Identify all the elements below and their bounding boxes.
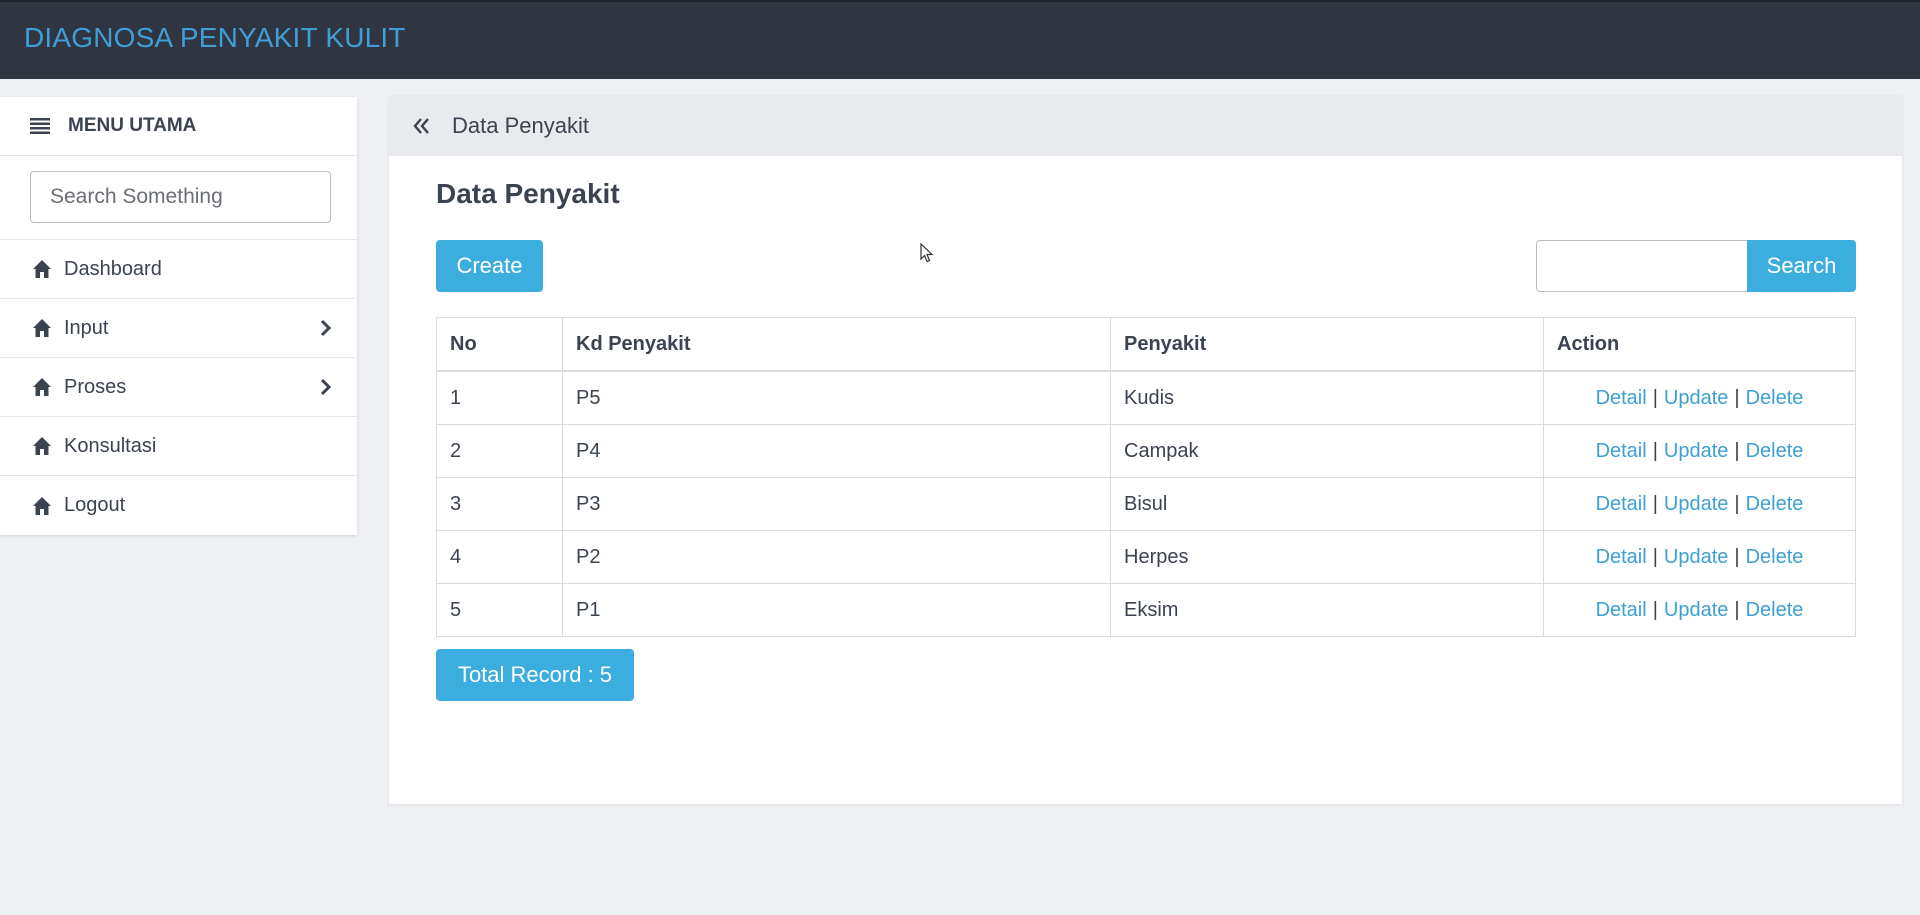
sidebar-heading: MENU UTAMA: [68, 115, 197, 136]
sidebar-item-label: Konsultasi: [64, 434, 157, 457]
cell-kd-penyakit: P4: [562, 424, 1111, 478]
separator: |: [1652, 545, 1658, 568]
data-table: No Kd Penyakit Penyakit Action 1 P5 Kudis D…: [436, 317, 1856, 637]
separator: |: [1652, 439, 1658, 462]
sidebar-item-label: Input: [64, 316, 109, 339]
detail-link[interactable]: Detail: [1596, 599, 1647, 621]
column-header-kd-penyakit: Kd Penyakit: [562, 317, 1111, 372]
separator: |: [1734, 545, 1740, 568]
top-navbar: DIAGNOSA PENYAKIT KULIT: [0, 0, 1920, 79]
sidebar-item-label: Logout: [64, 494, 126, 516]
separator: |: [1734, 492, 1740, 515]
cell-no: 5: [436, 583, 563, 637]
home-icon: [33, 437, 51, 455]
sidebar-header: MENU UTAMA: [0, 97, 357, 156]
update-link[interactable]: Update: [1664, 387, 1729, 409]
cell-penyakit: Herpes: [1110, 530, 1544, 584]
separator: |: [1652, 492, 1658, 515]
table-row: 3 P3 Bisul Detail | Update | Delete: [436, 477, 1856, 531]
delete-link[interactable]: Delete: [1746, 599, 1804, 621]
chevron-right-icon[interactable]: [319, 378, 333, 396]
search-button[interactable]: Search: [1747, 240, 1856, 292]
cell-kd-penyakit: P5: [562, 370, 1111, 425]
cell-kd-penyakit: P2: [562, 530, 1111, 584]
delete-link[interactable]: Delete: [1746, 493, 1804, 515]
sidebar-item-konsultasi[interactable]: Konsultasi: [0, 417, 357, 476]
sidebar-search-input[interactable]: [30, 171, 331, 223]
update-link[interactable]: Update: [1664, 546, 1729, 568]
table-header-row: No Kd Penyakit Penyakit Action: [436, 317, 1856, 372]
table-row: 1 P5 Kudis Detail | Update | Delete: [436, 370, 1856, 425]
cell-action: Detail | Update | Delete: [1543, 530, 1856, 584]
create-button[interactable]: Create: [436, 240, 543, 292]
sidebar: MENU UTAMA Dashboard Input Proses Konsultas…: [0, 97, 357, 535]
table-body: 1 P5 Kudis Detail | Update | Delete 2 P4 Campak Det…: [436, 370, 1856, 637]
cell-penyakit: Kudis: [1110, 370, 1544, 425]
total-record-button[interactable]: Total Record : 5: [436, 649, 634, 701]
sidebar-menu: Dashboard Input Proses Konsultasi Logout: [0, 240, 357, 535]
detail-link[interactable]: Detail: [1596, 440, 1647, 462]
cell-kd-penyakit: P3: [562, 477, 1111, 531]
app-title[interactable]: DIAGNOSA PENYAKIT KULIT: [24, 22, 406, 54]
sidebar-item-proses[interactable]: Proses: [0, 358, 357, 417]
cell-action: Detail | Update | Delete: [1543, 477, 1856, 531]
detail-link[interactable]: Detail: [1596, 493, 1647, 515]
separator: |: [1652, 598, 1658, 621]
table-search-input[interactable]: [1536, 240, 1748, 292]
update-link[interactable]: Update: [1664, 599, 1729, 621]
chevron-right-icon[interactable]: [319, 319, 333, 337]
content-panel: Data Penyakit Data Penyakit Create Searc…: [389, 95, 1902, 804]
cell-penyakit: Campak: [1110, 424, 1544, 478]
breadcrumb: Data Penyakit: [389, 95, 1902, 156]
cell-action: Detail | Update | Delete: [1543, 583, 1856, 637]
cell-no: 4: [436, 530, 563, 584]
detail-link[interactable]: Detail: [1596, 546, 1647, 568]
mouse-cursor-icon: [920, 243, 934, 263]
column-header-action: Action: [1543, 317, 1856, 372]
sidebar-item-label: Proses: [64, 375, 127, 398]
column-header-penyakit: Penyakit: [1110, 317, 1544, 372]
cell-action: Detail | Update | Delete: [1543, 424, 1856, 478]
home-icon: [33, 319, 51, 337]
sidebar-item-label: Dashboard: [64, 257, 162, 280]
update-link[interactable]: Update: [1664, 440, 1729, 462]
sidebar-item-input[interactable]: Input: [0, 299, 357, 358]
delete-link[interactable]: Delete: [1746, 546, 1804, 568]
delete-link[interactable]: Delete: [1746, 440, 1804, 462]
home-icon: [33, 260, 51, 278]
detail-link[interactable]: Detail: [1596, 387, 1647, 409]
menu-icon: [30, 118, 50, 134]
double-chevron-left-icon[interactable]: [412, 117, 432, 135]
cell-kd-penyakit: P1: [562, 583, 1111, 637]
separator: |: [1734, 386, 1740, 409]
separator: |: [1734, 598, 1740, 621]
cell-no: 2: [436, 424, 563, 478]
update-link[interactable]: Update: [1664, 493, 1729, 515]
table-row: 2 P4 Campak Detail | Update | Delete: [436, 424, 1856, 478]
table-row: 5 P1 Eksim Detail | Update | Delete: [436, 583, 1856, 637]
column-header-no: No: [436, 317, 563, 372]
page-title: Data Penyakit: [436, 178, 620, 209]
separator: |: [1652, 386, 1658, 409]
cell-penyakit: Eksim: [1110, 583, 1544, 637]
delete-link[interactable]: Delete: [1746, 387, 1804, 409]
cell-no: 3: [436, 477, 563, 531]
sidebar-item-logout[interactable]: Logout: [0, 476, 357, 535]
table-row: 4 P2 Herpes Detail | Update | Delete: [436, 530, 1856, 584]
home-icon: [33, 496, 51, 515]
cell-penyakit: Bisul: [1110, 477, 1544, 531]
cell-no: 1: [436, 370, 563, 425]
cell-action: Detail | Update | Delete: [1543, 370, 1856, 425]
breadcrumb-label: Data Penyakit: [452, 112, 589, 138]
sidebar-search-wrap: [0, 156, 357, 240]
separator: |: [1734, 439, 1740, 462]
sidebar-item-dashboard[interactable]: Dashboard: [0, 240, 357, 299]
home-icon: [33, 378, 51, 396]
